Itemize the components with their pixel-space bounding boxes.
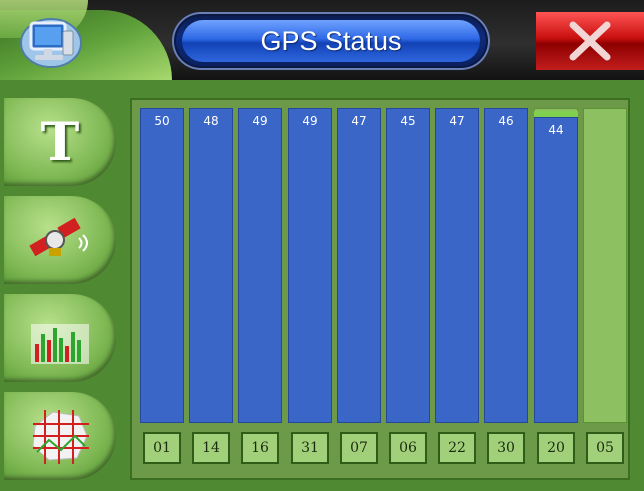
signal-value-label: 47 bbox=[351, 114, 367, 128]
signal-bar bbox=[288, 108, 332, 423]
signal-bar-column: 49 bbox=[288, 108, 332, 423]
signal-bar-cap bbox=[534, 111, 578, 118]
satellite-id-label: 01 bbox=[143, 432, 181, 464]
satellite-icon bbox=[29, 217, 88, 257]
signal-value-label: 44 bbox=[548, 123, 564, 138]
signal-bar-column: 47 bbox=[337, 108, 381, 423]
signal-bar bbox=[238, 108, 282, 423]
window-title: GPS Status bbox=[182, 20, 480, 62]
title-pill: GPS Status bbox=[172, 12, 490, 70]
signal-bar bbox=[189, 108, 233, 423]
signal-bar bbox=[435, 108, 479, 423]
satellite-id-label: 30 bbox=[487, 432, 525, 464]
signal-view-button[interactable] bbox=[4, 294, 116, 382]
signal-bar bbox=[534, 117, 578, 423]
signal-bar bbox=[140, 108, 184, 423]
satellite-id-label: 07 bbox=[340, 432, 378, 464]
close-button[interactable] bbox=[536, 12, 644, 70]
satellite-view-button[interactable] bbox=[4, 196, 116, 284]
satellite-id-label: 16 bbox=[241, 432, 279, 464]
map-grid-icon bbox=[32, 410, 89, 464]
signal-strength-panel: 50 01 48 14 49 16 49 31 47 07 45 06 47 22 46 30 44 20 05 bbox=[130, 98, 630, 480]
satellite-id-label: 14 bbox=[192, 432, 230, 464]
signal-bar-column: 46 bbox=[484, 108, 528, 423]
signal-bars-icon bbox=[31, 324, 89, 364]
signal-bar-column: 50 bbox=[140, 108, 184, 423]
signal-value-label: 46 bbox=[498, 114, 514, 128]
map-view-button[interactable] bbox=[4, 392, 116, 480]
signal-value-label: 45 bbox=[400, 114, 416, 128]
satellite-id-label: 22 bbox=[438, 432, 476, 464]
signal-bar-column: 44 bbox=[534, 108, 578, 423]
close-icon bbox=[569, 21, 611, 61]
text-view-button[interactable]: T bbox=[4, 98, 116, 186]
signal-value-label: 49 bbox=[302, 114, 318, 128]
signal-value-label: 49 bbox=[252, 114, 268, 128]
top-bar: GPS Status bbox=[0, 0, 644, 80]
text-icon: T bbox=[40, 111, 80, 173]
signal-bar-column: 47 bbox=[435, 108, 479, 423]
satellite-id-label: 06 bbox=[389, 432, 427, 464]
signal-bar bbox=[484, 108, 528, 423]
monitor-icon bbox=[20, 18, 82, 68]
signal-value-label: 47 bbox=[449, 114, 465, 128]
satellite-id-label: 31 bbox=[291, 432, 329, 464]
signal-value-label: 50 bbox=[154, 114, 170, 128]
satellite-id-label: 05 bbox=[586, 432, 624, 464]
signal-bar-column: 49 bbox=[238, 108, 282, 423]
gps-status-screen: GPS Status T 50 01 48 14 49 16 49 31 47 … bbox=[0, 0, 644, 491]
home-button[interactable] bbox=[14, 12, 86, 70]
signal-bar-track bbox=[583, 108, 627, 423]
signal-bar-column bbox=[583, 108, 627, 423]
signal-bar bbox=[386, 108, 430, 423]
signal-bar bbox=[337, 108, 381, 423]
signal-value-label: 48 bbox=[203, 114, 219, 128]
signal-bar-column: 48 bbox=[189, 108, 233, 423]
signal-bar-column: 45 bbox=[386, 108, 430, 423]
satellite-id-label: 20 bbox=[537, 432, 575, 464]
